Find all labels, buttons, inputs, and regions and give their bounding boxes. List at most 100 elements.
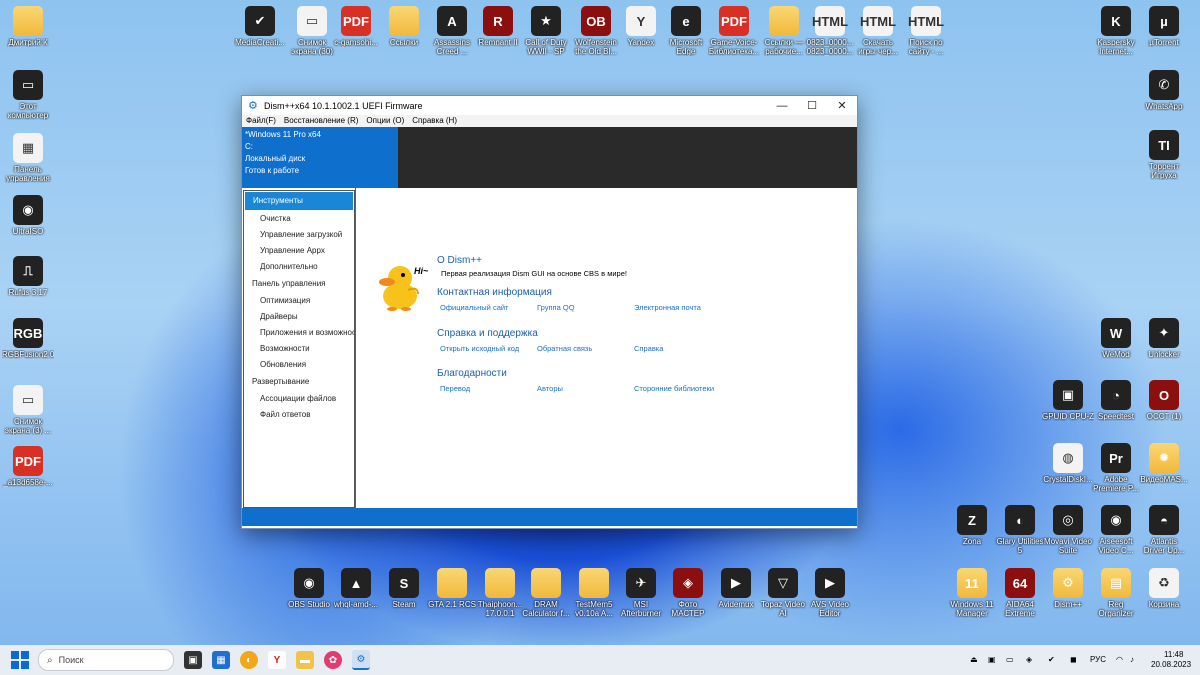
authors-link[interactable]: Авторы xyxy=(537,384,563,393)
session-card[interactable]: *Windows 11 Pro x64 C: Локальный диск Го… xyxy=(242,127,398,188)
desktop-icon[interactable]: ♻ Корзина xyxy=(1138,568,1190,609)
desktop-icon[interactable]: ◓ Atlantis Driver Up... xyxy=(1138,505,1190,555)
translation-link[interactable]: Перевод xyxy=(440,384,470,393)
sidebar-item-cleanup[interactable]: Очистка xyxy=(244,211,354,227)
desktop-icon[interactable]: ▦ Панель управления xyxy=(2,133,54,183)
official-site-link[interactable]: Официальный сайт xyxy=(440,303,509,312)
tray-usb-icon[interactable]: ⏏ xyxy=(970,655,978,664)
store-icon[interactable]: ▦ xyxy=(212,651,230,669)
desktop-icon[interactable]: TestMem5 v0.10a A... xyxy=(568,568,620,618)
desktop-icon[interactable]: HTML 0823_0000... 0823_0000... xyxy=(804,6,856,56)
desktop-icon[interactable]: Ссылки xyxy=(378,6,430,47)
desktop-icon[interactable]: O OCCT (1) xyxy=(1138,380,1190,421)
desktop-icon[interactable]: DRAM Calculator f... xyxy=(520,568,572,618)
yandex-icon[interactable]: Y xyxy=(268,651,286,669)
desktop-icon[interactable]: ⚙ Dism++ xyxy=(1042,568,1094,609)
menu-file[interactable]: Файл(F) xyxy=(242,115,280,127)
sidebar-control-header[interactable]: Панель управления xyxy=(244,275,354,293)
third-party-link[interactable]: Сторонние библиотеки xyxy=(634,384,714,393)
desktop-icon[interactable]: ◍ CrystalDiskI... xyxy=(1042,443,1094,484)
desktop-icon[interactable]: Thaiphoon... 17.0.0.1 xyxy=(474,568,526,618)
desktop-icon[interactable]: ◉ UltraISO xyxy=(2,195,54,236)
menu-options[interactable]: Опции (O) xyxy=(362,115,408,127)
desktop-icon[interactable]: ▣ GPUID CPU-Z xyxy=(1042,380,1094,421)
sidebar-item-file-assoc[interactable]: Ассоциации файлов xyxy=(244,391,354,407)
sidebar-item-optimization[interactable]: Оптимизация xyxy=(244,293,354,309)
language-indicator[interactable]: РУС xyxy=(1090,655,1106,664)
volume-icon[interactable]: ♪ xyxy=(1130,655,1134,664)
desktop-icon[interactable]: ✹ ВидеоMAS... xyxy=(1138,443,1190,484)
desktop-icon[interactable]: ▽ Topaz Video AI xyxy=(757,568,809,618)
browser-icon[interactable]: ◐ xyxy=(240,651,258,669)
desktop-icon[interactable]: PDF Game-Voice- Библиотека... xyxy=(708,6,760,56)
qq-group-link[interactable]: Группа QQ xyxy=(537,303,575,312)
email-link[interactable]: Электронная почта xyxy=(634,303,701,312)
window-titlebar[interactable]: ⚙ Dism++x64 10.1.1002.1 UEFI Firmware — … xyxy=(242,96,857,115)
tray-security-icon[interactable]: ◈ xyxy=(1026,655,1032,664)
desktop-icon[interactable]: ✔ MediaCreati... xyxy=(234,6,286,47)
desktop-icon[interactable]: 11 Windows 11 Manager xyxy=(946,568,998,618)
desktop-icon[interactable]: K Kaspersky Internet... xyxy=(1090,6,1142,56)
desktop-icon[interactable]: ▶ AVS Video Editor xyxy=(804,568,856,618)
desktop-icon[interactable]: S Steam xyxy=(378,568,430,609)
close-button[interactable]: ✕ xyxy=(827,96,857,115)
wifi-icon[interactable]: ◠ xyxy=(1116,655,1123,664)
tray-monitor-icon[interactable]: ▭ xyxy=(1006,655,1014,664)
source-code-link[interactable]: Открыть исходный код xyxy=(440,344,519,353)
sidebar-item-answer-file[interactable]: Файл ответов xyxy=(244,407,354,423)
desktop-icon[interactable]: ✈ MSI Afterburner xyxy=(615,568,667,618)
desktop-icon[interactable]: PDF _a13d658e-... xyxy=(2,446,54,487)
dism-taskbar-icon[interactable]: ⚙ xyxy=(352,650,370,670)
desktop-icon[interactable]: RGB RGBFusion2.0 xyxy=(2,318,54,359)
clock-time[interactable]: 11:48 xyxy=(1164,650,1183,659)
desktop-icon[interactable]: 64 AIDA64 Extreme xyxy=(994,568,1046,618)
desktop-icon[interactable]: ▭ Снимок экрана (3) ... xyxy=(2,385,54,435)
desktop-icon[interactable]: HTML Поиск по сайту - ... xyxy=(900,6,952,56)
tray-stop-icon[interactable]: ◼ xyxy=(1070,655,1077,664)
desktop-icon[interactable]: TI Торрент Игруха xyxy=(1138,130,1190,180)
desktop-icon[interactable]: ◐ Glary Utilities 5 xyxy=(994,505,1046,555)
desktop-icon[interactable]: Ссылки — рабочие... xyxy=(758,6,810,56)
desktop-icon[interactable]: A Assassins Creed ... xyxy=(426,6,478,56)
menu-help[interactable]: Справка (H) xyxy=(408,115,461,127)
desktop-icon[interactable]: e Microsoft Edge xyxy=(660,6,712,56)
desktop-icon[interactable]: ◈ Фото МАСТЕР xyxy=(662,568,714,618)
menu-restore[interactable]: Восстановление (R) xyxy=(280,115,363,127)
desktop-icon[interactable]: µ µTorrent xyxy=(1138,6,1190,47)
taskbar-search[interactable]: ⌕ Поиск xyxy=(38,649,174,671)
desktop-icon[interactable]: ◔ Speedtest xyxy=(1090,380,1142,421)
desktop-icon[interactable]: Дмитрий К xyxy=(2,6,54,47)
desktop-icon[interactable]: R Remnant II xyxy=(472,6,524,47)
photo-icon[interactable]: ✿ xyxy=(324,651,342,669)
maximize-button[interactable]: ☐ xyxy=(797,96,827,115)
help-link[interactable]: Справка xyxy=(634,344,663,353)
desktop-icon[interactable]: ★ Call of Duty WWII - SP xyxy=(520,6,572,56)
desktop-icon[interactable]: ✦ Unlocker xyxy=(1138,318,1190,359)
sidebar-tools-header[interactable]: Инструменты xyxy=(245,192,353,210)
tray-check-icon[interactable]: ✔ xyxy=(1048,655,1055,664)
desktop-icon[interactable]: PDF c-gamsohi... xyxy=(330,6,382,47)
task-view-icon[interactable]: ▣ xyxy=(184,651,202,669)
desktop-icon[interactable]: Pr Adobe Premiere P... xyxy=(1090,443,1142,493)
sidebar-item-drivers[interactable]: Драйверы xyxy=(244,309,354,325)
desktop-icon[interactable]: W WeMod xyxy=(1090,318,1142,359)
sidebar-item-boot[interactable]: Управление загрузкой xyxy=(244,227,354,243)
sidebar-deploy-header[interactable]: Развертывание xyxy=(244,373,354,391)
desktop-icon[interactable]: ▶ Avidemux xyxy=(710,568,762,609)
desktop-icon[interactable]: ⎍ Rufus 3.17 xyxy=(2,256,54,297)
desktop-icon[interactable]: HTML Скачать игры чер... xyxy=(852,6,904,56)
desktop-icon[interactable]: Z Zona xyxy=(946,505,998,546)
clock-date[interactable]: 20.08.2023 xyxy=(1151,660,1191,669)
start-button[interactable] xyxy=(11,651,29,669)
sidebar-item-features[interactable]: Возможности xyxy=(244,341,354,357)
minimize-button[interactable]: — xyxy=(767,96,797,115)
sidebar-item-appx[interactable]: Управление Appx xyxy=(244,243,354,259)
desktop-icon[interactable]: ◉ Aiseesoft Video C... xyxy=(1090,505,1142,555)
desktop-icon[interactable]: ◎ Movavi Video Suite xyxy=(1042,505,1094,555)
explorer-icon[interactable]: ▬ xyxy=(296,651,314,669)
desktop-icon[interactable]: ▤ Reg Organizer xyxy=(1090,568,1142,618)
feedback-link[interactable]: Обратная связь xyxy=(537,344,592,353)
sidebar-item-updates[interactable]: Обновления xyxy=(244,357,354,373)
desktop-icon[interactable]: GTA 2.1 RCS xyxy=(426,568,478,609)
desktop-icon[interactable]: ▲ whql-amd-... xyxy=(330,568,382,609)
